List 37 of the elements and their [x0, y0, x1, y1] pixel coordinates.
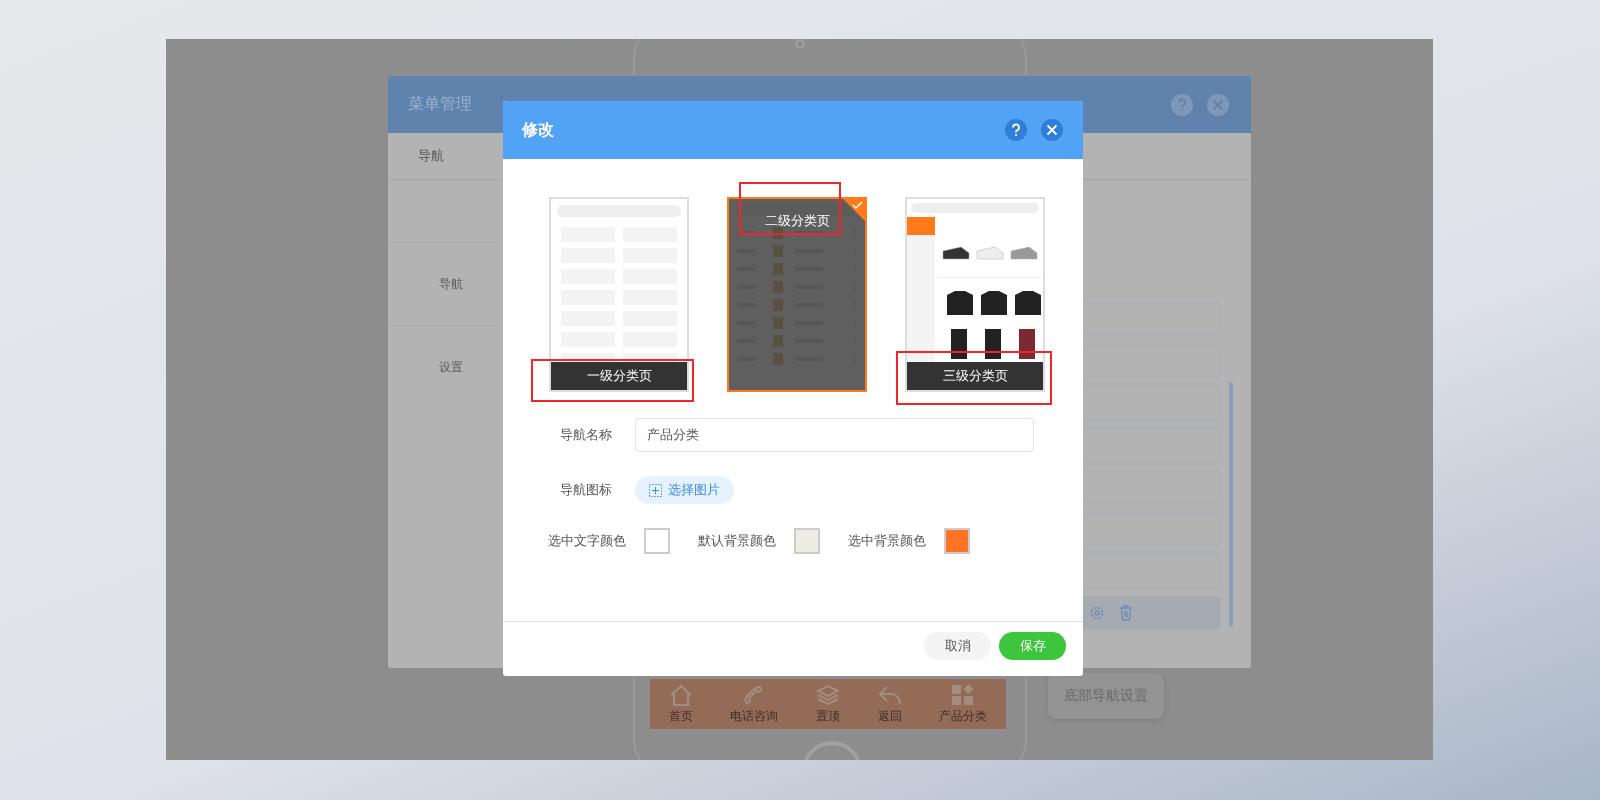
template-option[interactable]: 一级分类页 — [549, 197, 689, 392]
color-label: 选中背景颜色 — [848, 532, 926, 550]
category-icon — [951, 683, 976, 706]
template-label: 二级分类页 — [763, 212, 831, 230]
nav-label[interactable]: 返回 — [877, 707, 902, 725]
dialog-title: 修改 — [522, 119, 554, 141]
color-swatch[interactable] — [944, 528, 970, 554]
home-icon — [668, 683, 693, 706]
help-icon[interactable] — [1005, 119, 1027, 141]
field-label: 导航名称 — [560, 426, 612, 444]
nav-label[interactable]: 电话咨询 — [730, 707, 779, 725]
choose-image-button[interactable]: 选择图片 — [635, 476, 734, 504]
nav-label[interactable]: 产品分类 — [939, 707, 988, 725]
delete-icon[interactable] — [1119, 605, 1133, 621]
color-label: 默认背景颜色 — [698, 532, 776, 550]
settings-icon[interactable] — [1089, 605, 1105, 621]
back-arrow-icon — [877, 683, 902, 706]
nav-label[interactable]: 置顶 — [816, 707, 840, 725]
add-image-icon — [649, 483, 662, 497]
color-label: 选中文字颜色 — [548, 532, 626, 550]
layers-icon — [816, 683, 840, 706]
template-label: 一级分类页 — [551, 362, 687, 390]
template-option[interactable]: 三级分类页 — [905, 197, 1045, 392]
check-icon — [843, 199, 865, 221]
tab[interactable]: 导航 — [418, 147, 444, 165]
close-icon[interactable] — [1041, 119, 1063, 141]
template-option[interactable]: 二级分类页 — [727, 197, 867, 392]
nav-label[interactable]: 首页 — [668, 707, 693, 725]
window-title: 菜单管理 — [408, 94, 472, 115]
name-input[interactable]: 产品分类 — [635, 418, 1034, 452]
color-swatch[interactable] — [794, 528, 820, 554]
template-label: 三级分类页 — [907, 362, 1043, 390]
save-button[interactable]: 保存 — [999, 632, 1066, 660]
phone-speaker — [795, 39, 805, 49]
cancel-button[interactable]: 取消 — [924, 632, 991, 660]
field-label: 导航图标 — [560, 481, 612, 499]
color-swatch[interactable] — [644, 528, 670, 554]
